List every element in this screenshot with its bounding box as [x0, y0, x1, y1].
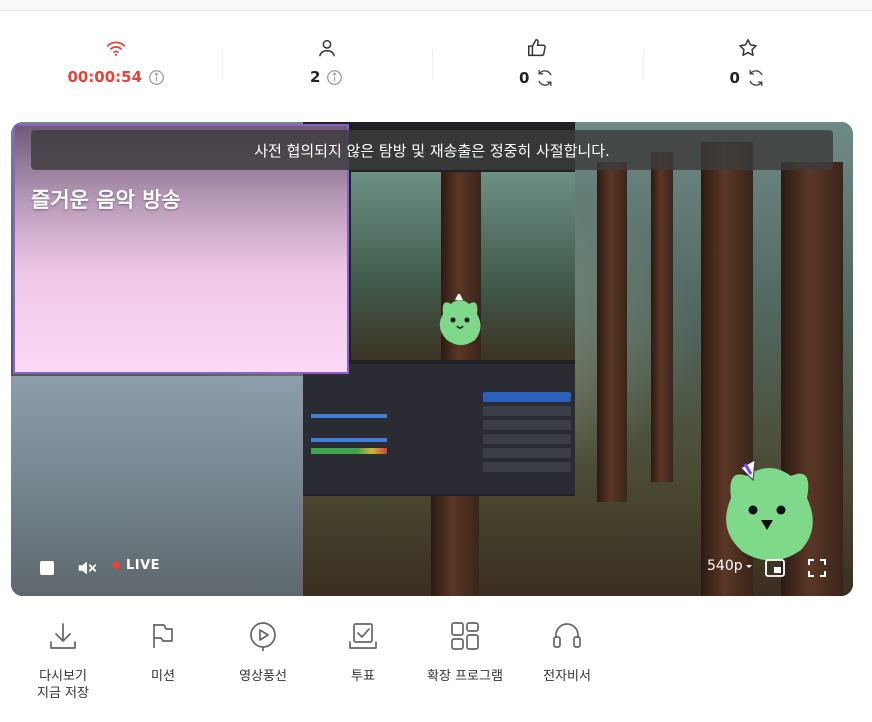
obs-button: [483, 434, 571, 444]
refresh-icon[interactable]: [746, 68, 766, 88]
viewers-value: 2: [310, 68, 321, 86]
tool-label: 영상풍선: [239, 669, 287, 684]
tree-trunk: [597, 162, 627, 502]
obs-button: [483, 462, 571, 472]
flag-icon: [145, 618, 181, 654]
fullscreen-button[interactable]: [805, 556, 829, 580]
refresh-icon[interactable]: [535, 68, 555, 88]
tool-mission[interactable]: 미션: [113, 618, 213, 685]
tool-extension[interactable]: 확장 프로그램: [415, 618, 515, 685]
tool-label: 미션: [151, 669, 175, 684]
stat-likes: 0: [432, 36, 643, 98]
obs-button: [483, 420, 571, 430]
obs-button: [483, 406, 571, 416]
quality-selector[interactable]: 540p: [707, 558, 753, 574]
tool-label: 다시보기 지금 저장: [37, 669, 89, 701]
tool-vote[interactable]: 투표: [313, 618, 413, 685]
tool-label: 전자비서: [543, 669, 591, 684]
user-icon: [315, 36, 339, 60]
vote-icon: [345, 618, 381, 654]
notice-banner: 사전 협의되지 않은 탐방 및 재송출은 정중히 사절합니다.: [31, 130, 833, 170]
quality-value: 540p: [707, 558, 743, 574]
info-icon[interactable]: [148, 69, 165, 86]
likes-value: 0: [519, 69, 530, 87]
stat-live-time: 00:00:54: [11, 36, 222, 98]
tool-label: 확장 프로그램: [427, 669, 503, 684]
broadcast-icon: [104, 36, 128, 60]
stop-button[interactable]: [37, 558, 57, 578]
tool-video-balloon[interactable]: 영상풍선: [213, 618, 313, 685]
live-dot: [113, 562, 120, 569]
audio-meter: [311, 438, 387, 442]
obs-button: [483, 392, 571, 402]
favorites-value: 0: [729, 69, 740, 87]
live-label: LIVE: [126, 558, 161, 573]
player-controls: LIVE 540p: [11, 540, 853, 596]
pip-button[interactable]: [763, 556, 787, 580]
live-time-value: 00:00:54: [67, 68, 143, 86]
caret-down-icon: [745, 558, 753, 574]
stream-stats: 00:00:54 2 0 0: [11, 36, 853, 98]
notice-text: 사전 협의되지 않은 탐방 및 재송출은 정중히 사절합니다.: [254, 141, 610, 160]
live-badge: LIVE: [113, 558, 160, 573]
thumbs-up-icon: [525, 36, 549, 60]
tool-secretary[interactable]: 전자비서: [517, 618, 617, 685]
tools-bar: 다시보기 지금 저장 미션 영상풍선 투표 확장 프로그램 전자비서: [11, 618, 591, 708]
stat-favorites: 0: [642, 36, 854, 98]
extension-icon: [447, 618, 483, 654]
tree-trunk: [651, 152, 673, 482]
info-icon[interactable]: [326, 69, 343, 86]
mascot-small: [435, 292, 485, 352]
star-icon: [736, 36, 760, 60]
stat-viewers: 2: [221, 36, 433, 98]
headset-icon: [549, 618, 585, 654]
obs-button: [483, 448, 571, 458]
audio-meter: [311, 448, 387, 454]
top-divider: [0, 0, 872, 11]
audio-meter: [311, 414, 387, 418]
download-icon: [45, 618, 81, 654]
stream-title: 즐거운 음악 방송: [31, 188, 181, 212]
video-balloon-icon: [245, 618, 281, 654]
tool-label: 투표: [351, 669, 375, 684]
video-player[interactable]: 사전 협의되지 않은 탐방 및 재송출은 정중히 사절합니다. 즐거운 음악 방…: [11, 122, 853, 596]
tool-replay-save[interactable]: 다시보기 지금 저장: [13, 618, 113, 702]
mute-button[interactable]: [75, 556, 99, 580]
